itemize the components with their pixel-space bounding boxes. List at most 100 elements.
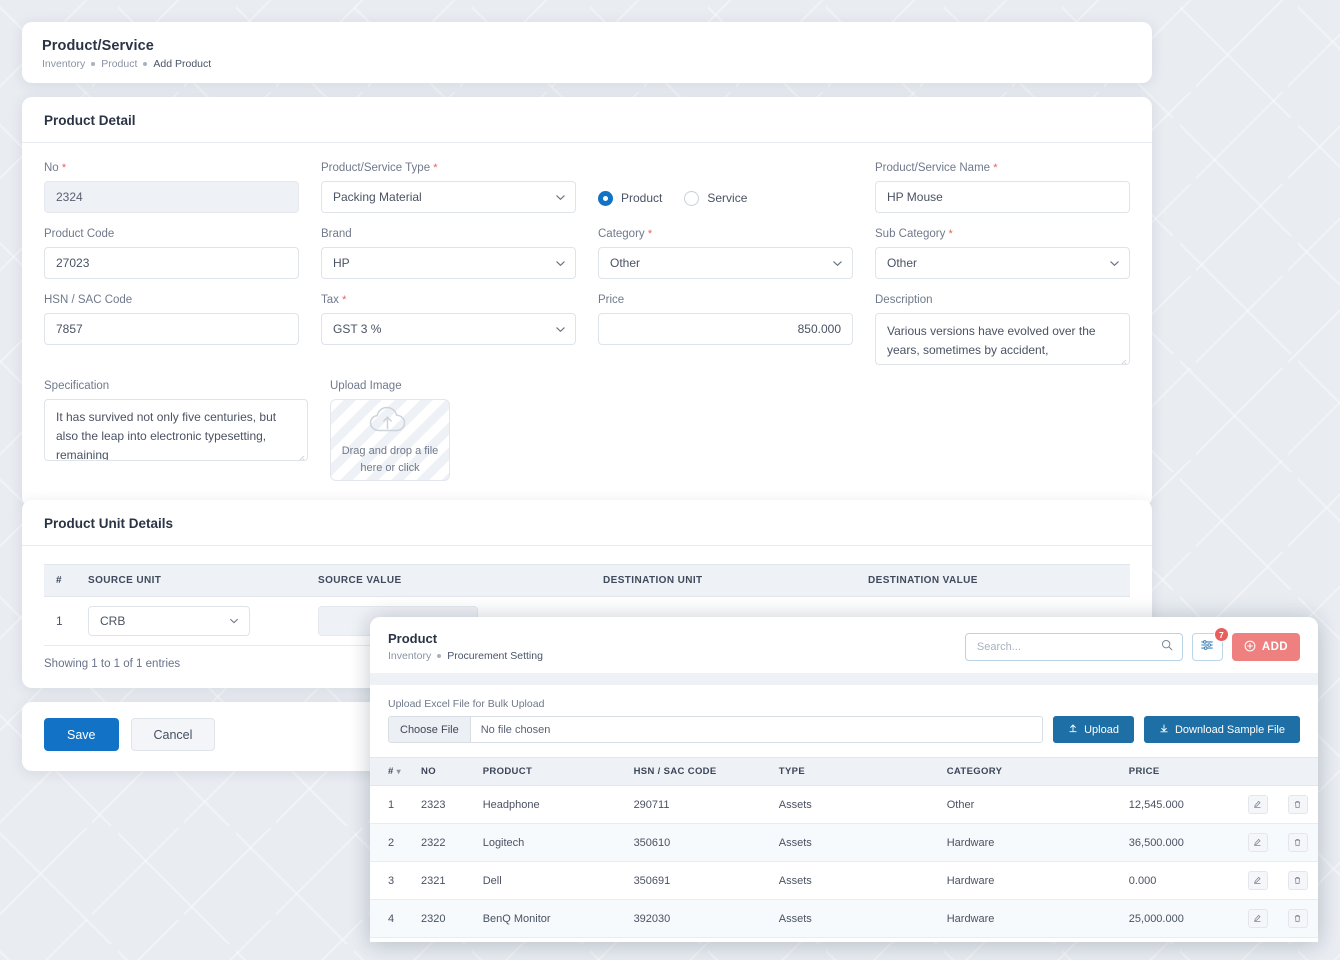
required-asterisk: *: [61, 162, 67, 174]
field-product-code: Product Code 27023: [44, 227, 299, 279]
search-box[interactable]: [964, 633, 1183, 661]
chevron-down-icon: [832, 258, 842, 268]
chevron-down-icon: [229, 616, 239, 626]
col-product[interactable]: PRODUCT: [472, 757, 624, 786]
category-select[interactable]: Other: [598, 247, 853, 279]
cell-edit: [1237, 899, 1278, 938]
resize-handle-icon[interactable]: [296, 450, 305, 460]
table-row[interactable]: 2 2322 Logitech 350610 Assets Hardware 3…: [370, 823, 1318, 862]
col-edit-action: [1237, 757, 1278, 786]
save-button[interactable]: Save: [44, 718, 119, 751]
cell-price: 36,500.000: [1118, 823, 1238, 862]
description-textarea[interactable]: Various versions have evolved over the y…: [875, 313, 1130, 365]
col-category[interactable]: CATEGORY: [936, 757, 1119, 786]
trash-icon[interactable]: [1287, 795, 1308, 814]
cell-delete: [1277, 785, 1318, 824]
cancel-button[interactable]: Cancel: [130, 718, 216, 751]
filter-button[interactable]: 7: [1191, 627, 1229, 661]
edit-icon[interactable]: [1247, 909, 1268, 928]
unit-col-index: #: [44, 564, 76, 597]
form-row-2: Product Code 27023 Brand HP Category * O…: [44, 227, 1130, 279]
sub-category-select[interactable]: Other: [875, 247, 1130, 279]
cell-edit: [1237, 785, 1278, 824]
source-unit-value: CRB: [100, 614, 126, 628]
chevron-down-icon: [555, 192, 565, 202]
no-input[interactable]: 2324: [44, 181, 299, 213]
trash-icon[interactable]: [1287, 871, 1308, 890]
search-icon[interactable]: [1161, 638, 1173, 656]
unit-row-index: 1: [44, 596, 76, 646]
radio-product-dot-icon: [598, 190, 613, 206]
file-picker[interactable]: Choose File No file chosen: [388, 716, 1044, 743]
price-input[interactable]: 850.000: [598, 313, 853, 345]
cell-price: 12,545.000: [1118, 785, 1238, 824]
field-sub-category-label: Sub Category *: [875, 228, 953, 240]
cell-price: 25,000.000: [1118, 899, 1238, 938]
radio-service[interactable]: Service: [684, 190, 747, 206]
col-index[interactable]: # ▾: [370, 757, 412, 786]
cell-category: Hardware: [936, 899, 1119, 938]
edit-icon[interactable]: [1247, 833, 1268, 852]
field-tax: Tax * GST 3 %: [321, 293, 576, 365]
sort-arrow-icon: ▾: [396, 767, 402, 776]
upload-button[interactable]: Upload: [1053, 716, 1134, 743]
field-category-label: Category *: [598, 228, 653, 240]
field-name-label: Product/Service Name *: [875, 162, 998, 174]
cell-type: Assets: [768, 899, 937, 938]
required-asterisk: *: [433, 162, 438, 174]
field-brand-label: Brand: [321, 228, 352, 240]
choose-file-button[interactable]: Choose File: [389, 717, 471, 742]
edit-icon[interactable]: [1247, 795, 1268, 814]
image-dropzone[interactable]: Drag and drop a file here or click: [330, 399, 450, 481]
field-price: Price 850.000: [598, 293, 853, 365]
upload-button-label: Upload: [1084, 723, 1119, 736]
field-hsn-sac-code: HSN / SAC Code 7857: [44, 293, 299, 365]
breadcrumb-item-inventory[interactable]: Inventory: [42, 58, 85, 70]
search-input[interactable]: [974, 640, 1161, 654]
unit-row-source-unit-cell: CRB: [76, 596, 306, 646]
product-list-title: Product: [388, 631, 438, 646]
field-category: Category * Other: [598, 227, 853, 279]
add-button[interactable]: ADD: [1231, 633, 1300, 661]
product-detail-panel: Product/Service Inventory Product Add Pr…: [22, 22, 1152, 507]
tax-select[interactable]: GST 3 %: [321, 313, 576, 345]
product-list-divider: [370, 673, 1318, 685]
brand-select[interactable]: HP: [321, 247, 576, 279]
source-unit-select[interactable]: CRB: [88, 606, 250, 636]
product-code-input[interactable]: 27023: [44, 247, 299, 279]
product-detail-card-title: Product Detail: [22, 97, 1152, 143]
table-row[interactable]: 3 2321 Dell 350691 Assets Hardware 0.000: [370, 861, 1318, 900]
product-service-type-select[interactable]: Packing Material: [321, 181, 576, 213]
field-price-label: Price: [598, 294, 625, 306]
resize-handle-icon[interactable]: [1118, 354, 1127, 364]
cell-no: 2321: [411, 861, 473, 900]
cell-index: 1: [370, 785, 412, 824]
field-product-service-type: Product/Service Type * Packing Material: [321, 161, 576, 213]
col-type[interactable]: TYPE: [768, 757, 937, 786]
hsn-sac-code-input[interactable]: 7857: [44, 313, 299, 345]
cell-index: 5: [370, 937, 412, 942]
edit-icon[interactable]: [1247, 871, 1268, 890]
download-sample-button[interactable]: Download Sample File: [1143, 716, 1300, 743]
chosen-file-name: No file chosen: [480, 723, 551, 736]
field-upload-image-label: Upload Image: [330, 380, 402, 392]
product-service-name-input[interactable]: HP Mouse: [875, 181, 1130, 213]
cell-no: 2323: [411, 785, 473, 824]
table-row[interactable]: 5 2319 HP Monitor 392049 Assets Hardware…: [370, 937, 1318, 942]
breadcrumb-item-inventory[interactable]: Inventory: [388, 650, 431, 662]
col-price[interactable]: PRICE: [1118, 757, 1238, 786]
product-service-type-value: Packing Material: [333, 190, 422, 204]
cell-product: HP Monitor: [472, 937, 624, 942]
cell-product: BenQ Monitor: [472, 899, 624, 938]
col-hsn-sac[interactable]: HSN / SAC CODE: [623, 757, 769, 786]
trash-icon[interactable]: [1287, 833, 1308, 852]
table-row[interactable]: 4 2320 BenQ Monitor 392030 Assets Hardwa…: [370, 899, 1318, 938]
field-no-label: No *: [44, 162, 67, 174]
specification-textarea[interactable]: It has survived not only five centuries,…: [44, 399, 308, 461]
trash-icon[interactable]: [1287, 909, 1308, 928]
radio-product[interactable]: Product: [598, 190, 662, 206]
table-row[interactable]: 1 2323 Headphone 290711 Assets Other 12,…: [370, 785, 1318, 824]
breadcrumb-item-product[interactable]: Product: [101, 58, 137, 70]
col-no[interactable]: NO: [411, 757, 473, 786]
required-asterisk: *: [948, 228, 953, 240]
